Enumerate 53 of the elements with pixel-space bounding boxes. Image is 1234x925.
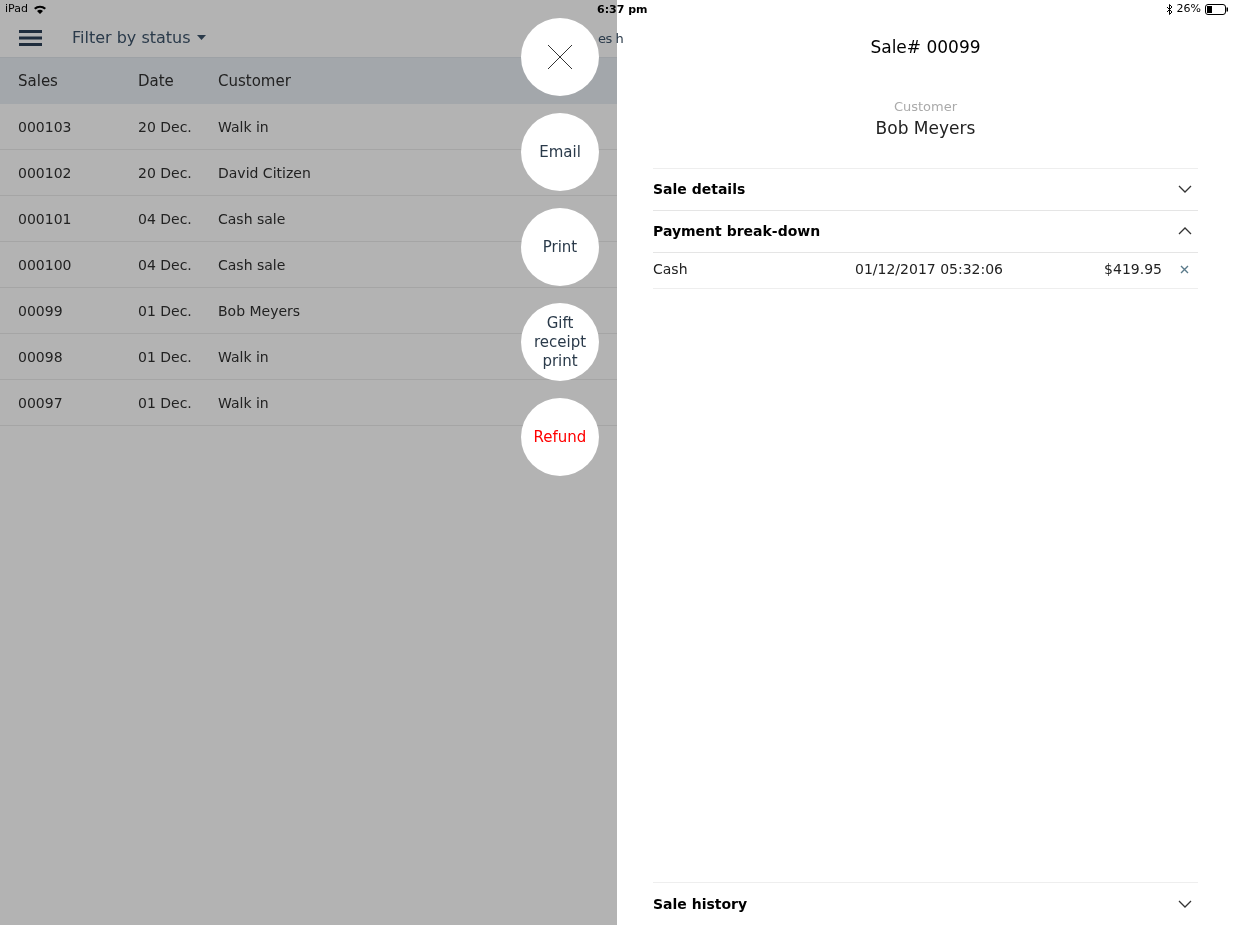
action-button[interactable]: Print bbox=[521, 208, 599, 286]
table-cell: Walk in bbox=[218, 394, 269, 411]
table-cell: 000101 bbox=[18, 210, 72, 227]
table-cell: 000102 bbox=[18, 164, 72, 181]
payment-date: 01/12/2017 05:32:06 bbox=[855, 260, 1005, 279]
customer-name: Bob Meyers bbox=[875, 117, 976, 140]
refund-button[interactable]: Refund bbox=[521, 398, 599, 476]
table-cell: Bob Meyers bbox=[218, 302, 301, 319]
table-cell: Walk in bbox=[218, 118, 269, 135]
table-cell: 00097 bbox=[18, 394, 63, 411]
close-icon bbox=[1179, 265, 1189, 274]
action-button[interactable]: Gift receipt print bbox=[521, 303, 599, 381]
section-header[interactable]: Sale details bbox=[653, 168, 1198, 211]
caret-icon bbox=[196, 35, 206, 40]
table-cell: 000103 bbox=[18, 118, 72, 135]
customer-label: Customer bbox=[893, 97, 958, 116]
bluetooth-icon bbox=[1165, 3, 1173, 15]
column-header: Customer bbox=[218, 72, 291, 90]
battery-percentage: 26% bbox=[1176, 0, 1201, 17]
column-header: Sales bbox=[18, 72, 58, 90]
chevron-up-icon bbox=[1178, 227, 1192, 235]
remove-button[interactable] bbox=[1178, 263, 1190, 276]
device-name: iPad bbox=[5, 0, 28, 17]
table-cell: 20 Dec. bbox=[138, 164, 192, 181]
table-cell: Cash sale bbox=[218, 256, 286, 273]
table-cell: 01 Dec. bbox=[138, 302, 192, 319]
table-cell: 00098 bbox=[18, 348, 63, 365]
wifi-icon bbox=[32, 3, 47, 15]
page-title: es h bbox=[598, 30, 624, 48]
table-cell: 01 Dec. bbox=[138, 394, 192, 411]
table-cell: 04 Dec. bbox=[138, 256, 192, 273]
table-cell: 04 Dec. bbox=[138, 210, 192, 227]
table-cell: Walk in bbox=[218, 348, 269, 365]
menu-icon[interactable] bbox=[19, 28, 42, 47]
table-cell: 20 Dec. bbox=[138, 118, 192, 135]
battery-icon bbox=[1205, 3, 1228, 15]
status-time: 6:37 pm bbox=[597, 2, 648, 18]
chevron-down-icon bbox=[1178, 900, 1192, 908]
sale-title: Sale# 00099 bbox=[870, 36, 981, 59]
close-icon bbox=[547, 44, 573, 70]
table-cell: David Citizen bbox=[218, 164, 311, 181]
chevron-down-icon bbox=[1178, 185, 1192, 193]
table-cell: 000100 bbox=[18, 256, 72, 273]
payment-method: Cash bbox=[653, 260, 689, 279]
column-header: Date bbox=[138, 72, 174, 90]
action-button[interactable]: Email bbox=[521, 113, 599, 191]
payment-amount: $419.95 bbox=[1104, 260, 1162, 279]
section-header[interactable]: Sale history bbox=[653, 883, 1198, 925]
filter-dropdown[interactable]: Filter by status bbox=[72, 25, 206, 50]
table-cell: 01 Dec. bbox=[138, 348, 192, 365]
section-header[interactable]: Payment break-down bbox=[653, 210, 1198, 253]
table-cell: Cash sale bbox=[218, 210, 286, 227]
table-cell: 00099 bbox=[18, 302, 63, 319]
